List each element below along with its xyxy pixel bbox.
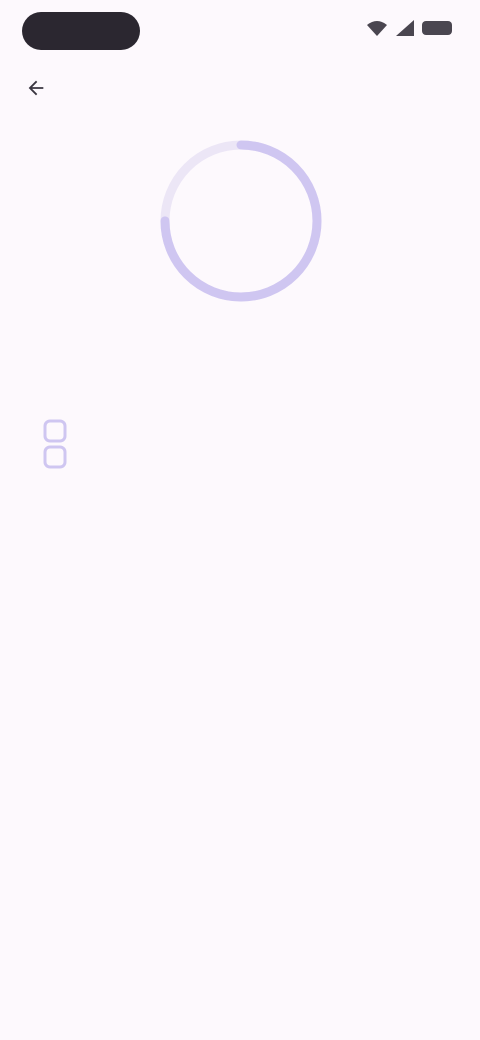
arrow-back-icon: [28, 80, 44, 96]
wifi-icon: [367, 21, 387, 36]
progress-ring: [160, 140, 322, 302]
signal-icon: [396, 20, 414, 36]
status-icons: [366, 20, 452, 36]
top-app-bar: [0, 66, 480, 110]
step-list: [38, 416, 438, 469]
battery-icon: [422, 21, 452, 35]
checkbox-icon: [43, 445, 67, 469]
status-bar: [0, 0, 480, 62]
circular-progress: [155, 135, 327, 307]
status-time: [22, 12, 140, 50]
back-button[interactable]: [18, 70, 54, 106]
checkbox-icon: [43, 419, 67, 443]
